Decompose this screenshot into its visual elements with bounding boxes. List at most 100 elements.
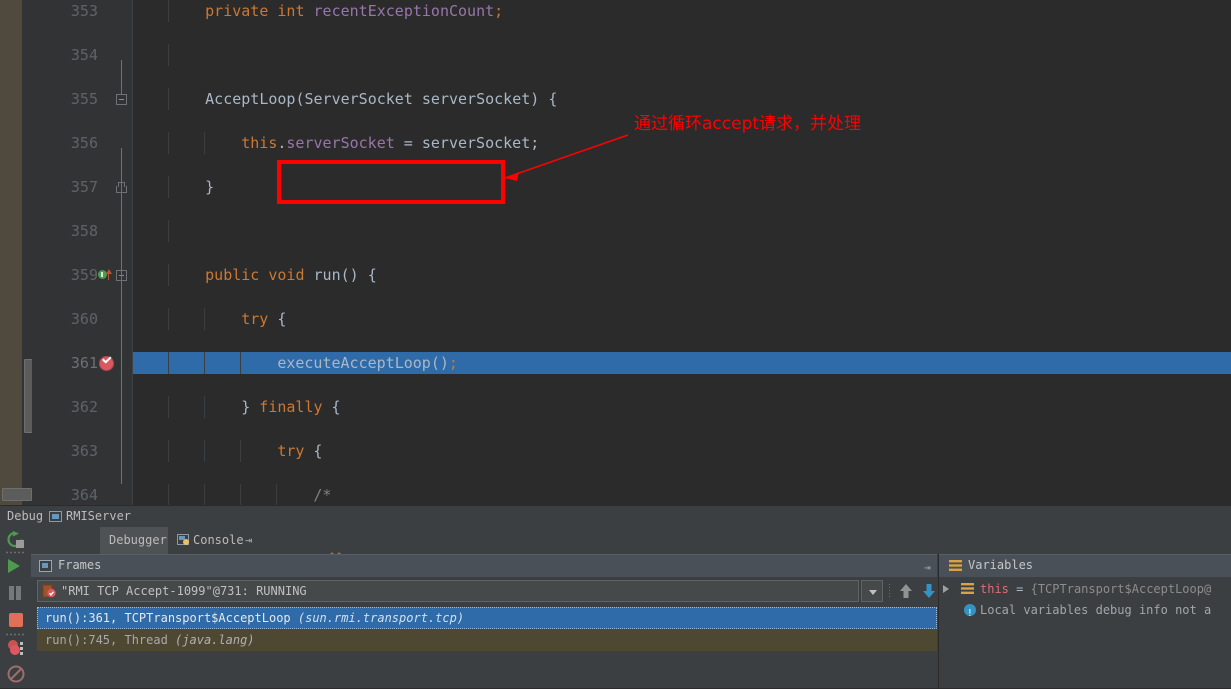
frames-pane: Frames ⇥ "RMI TCP Accept-1099"@731: RUNN… (31, 554, 978, 688)
code-line[interactable]: 357} (0, 176, 1231, 198)
frame-package: (sun.rmi.transport.tcp) (297, 611, 465, 625)
expand-triangle-icon[interactable] (943, 585, 949, 593)
variable-value: {TCPTransport$AcceptLoop@ (1030, 582, 1212, 596)
run-method-gutter-icon[interactable] (98, 269, 112, 280)
stop-button[interactable] (5, 609, 27, 631)
console-icon-badge (183, 539, 189, 545)
code-token: try (277, 442, 305, 460)
rerun-button[interactable] (5, 529, 27, 551)
annotation-text: 通过循环accept请求，并处理 (634, 114, 862, 134)
indent-guide (168, 440, 170, 462)
indent-guide (168, 352, 170, 374)
code-text: this.serverSocket = serverSocket; (241, 132, 539, 154)
code-line[interactable]: 354 (0, 44, 1231, 66)
indent-guide (168, 88, 170, 110)
thread-selector-dropdown-arrow[interactable] (861, 580, 883, 602)
code-token: /* (313, 486, 332, 504)
frames-header: Frames ⇥ (31, 554, 937, 577)
indent-guide (168, 220, 170, 242)
indent-guide (168, 0, 170, 22)
fold-collapse-icon[interactable] (116, 94, 127, 105)
code-token: ; (448, 354, 458, 372)
debug-window-header: Debug RMIServer (0, 505, 1231, 528)
indent-guide (168, 264, 170, 286)
code-text: executeAcceptLoop(); (277, 352, 458, 374)
code-lines[interactable]: 353 private int recentExceptionCount; 354 3… (0, 0, 1231, 505)
debug-window-label: Debug (7, 509, 44, 523)
code-text: try { (241, 308, 286, 330)
code-line[interactable]: 355 AcceptLoop(ServerSocket serverSocket)… (0, 88, 1231, 110)
code-token: } (241, 398, 260, 416)
variables-header: Variables (939, 554, 1231, 577)
indent-guide (276, 484, 278, 505)
thread-selector[interactable]: "RMI TCP Accept-1099"@731: RUNNING (37, 580, 859, 602)
code-editor[interactable]: 353 private int recentExceptionCount; 354 3… (0, 0, 1231, 505)
indent-guide (168, 176, 170, 198)
indent-guide (168, 44, 170, 66)
code-line[interactable]: 353 private int recentExceptionCount; (0, 0, 1231, 22)
stop-icon (9, 613, 23, 627)
indent-guide (204, 396, 206, 418)
pause-program-button[interactable] (5, 582, 27, 604)
indent-guide (168, 484, 170, 505)
debug-tool-window: Debug RMIServer Debugger Console ⇥ Frame… (0, 505, 1231, 688)
arrow-up-icon (900, 584, 912, 598)
up-stack-button[interactable] (897, 582, 915, 600)
code-token: = serverSocket; (394, 134, 540, 152)
code-text: /* (313, 484, 331, 505)
tab-debugger[interactable]: Debugger (100, 527, 168, 554)
indent-guide (204, 484, 206, 505)
tab-debugger-label: Debugger (109, 533, 167, 547)
frame-method: run():745, Thread (45, 633, 176, 647)
breakpoints-icon (8, 640, 23, 655)
indent-guide (240, 484, 242, 505)
code-text: AcceptLoop(ServerSocket serverSocket) { (205, 88, 557, 110)
thread-running-icon (42, 584, 56, 598)
debug-tabs: Debugger Console ⇥ (31, 527, 1231, 572)
variables-icon (949, 560, 962, 571)
code-text: } finally { (241, 396, 340, 418)
code-token: serverSocket (286, 134, 395, 152)
resume-icon (8, 559, 20, 573)
code-line[interactable]: 360 try { (0, 308, 1231, 330)
code-line[interactable]: 362 } finally { (0, 396, 1231, 418)
code-line[interactable]: 363 try { (0, 440, 1231, 462)
code-text: private int recentExceptionCount; (205, 0, 503, 22)
ide-window: 353 private int recentExceptionCount; 354 3… (0, 0, 1231, 688)
frame-row[interactable]: run():361, TCPTransport$AcceptLoop (sun.… (37, 607, 937, 629)
resume-program-button[interactable] (5, 555, 27, 577)
debug-actions-toolbar (0, 527, 32, 688)
frames-collapse-icon[interactable]: ⇥ (924, 561, 931, 574)
code-token: AcceptLoop(ServerSocket serverSocket) { (205, 90, 558, 108)
variables-pane: Variables this = {TCPTransport$AcceptLoo… (938, 554, 1231, 688)
line-number: 358 (70, 222, 98, 240)
variables-title-label: Variables (968, 558, 1034, 572)
mute-breakpoints-button[interactable] (5, 663, 27, 685)
tab-pin-icon[interactable]: ⇥ (245, 527, 252, 554)
pause-icon-bar2 (16, 586, 21, 600)
variable-info-text: Local variables debug info not a (980, 603, 1212, 617)
toolbar-divider-2 (5, 633, 25, 636)
down-stack-button[interactable] (920, 582, 938, 600)
code-line[interactable]: 361 executeAcceptLoop(); (0, 352, 1231, 374)
code-token: executeAcceptLoop() (277, 354, 449, 372)
line-number: 360 (70, 310, 98, 328)
pause-icon (9, 586, 14, 600)
line-number: 364 (70, 486, 98, 504)
code-token: finally (259, 398, 323, 416)
line-number: 361 (70, 354, 98, 372)
line-number: 362 (70, 398, 98, 416)
tab-console[interactable]: Console ⇥ (168, 527, 264, 554)
code-text: try { (277, 440, 322, 462)
code-line[interactable]: 364 /* (0, 484, 1231, 505)
line-number: 353 (70, 2, 98, 20)
breakpoint-icon[interactable] (99, 356, 114, 371)
indent-guide (240, 352, 242, 374)
mute-breakpoints-icon (7, 665, 25, 683)
code-line[interactable]: 358 (0, 220, 1231, 242)
frame-row[interactable]: run():745, Thread (java.lang) (37, 629, 937, 651)
code-token: private (205, 2, 278, 20)
code-line[interactable]: 359 public void run() { (0, 264, 1231, 286)
code-line[interactable]: 356 this.serverSocket = serverSocket; (0, 132, 1231, 154)
view-breakpoints-button[interactable] (5, 637, 27, 659)
